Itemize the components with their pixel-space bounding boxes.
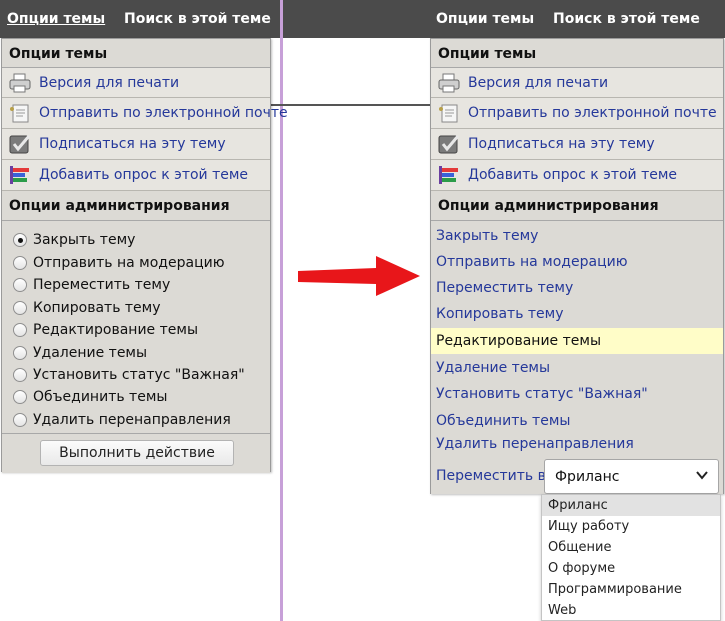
- link-move-thread[interactable]: Переместить тему: [436, 275, 723, 301]
- radio-button[interactable]: [13, 390, 27, 404]
- radio-label: Закрыть тему: [33, 232, 136, 248]
- radio-edit-thread[interactable]: Редактирование темы: [13, 322, 198, 338]
- send-email-label: Отправить по электронной почте: [39, 105, 288, 121]
- radio-label: Копировать тему: [33, 300, 161, 316]
- email-icon: [10, 104, 29, 123]
- right-options-menu: Опции темы Версия для печати Отправить п…: [430, 38, 724, 494]
- nav-search-thread-left[interactable]: Поиск в этой теме: [124, 11, 271, 27]
- move-to-dropdown-list: Фриланс Ищу работу Общение О форуме Прог…: [541, 494, 721, 621]
- right-add-poll[interactable]: Добавить опрос к этой теме: [431, 160, 723, 191]
- radio-button[interactable]: [13, 346, 27, 360]
- page-divider-line: [280, 0, 283, 621]
- radio-label: Редактирование темы: [33, 322, 199, 338]
- right-admin-actions: Закрыть тему Отправить на модерацию Пере…: [431, 221, 723, 494]
- radio-button[interactable]: [13, 368, 27, 382]
- background-rule: [270, 104, 432, 106]
- link-send-to-moderation[interactable]: Отправить на модерацию: [436, 249, 723, 275]
- right-print-version[interactable]: Версия для печати: [431, 68, 723, 98]
- left-admin-actions: Закрыть тему Отправить на модерацию Пере…: [2, 221, 270, 473]
- radio-send-to-moderation[interactable]: Отправить на модерацию: [13, 255, 224, 271]
- link-copy-thread[interactable]: Копировать тему: [436, 301, 723, 327]
- radio-button[interactable]: [13, 278, 27, 292]
- link-close-thread[interactable]: Закрыть тему: [436, 223, 723, 249]
- radio-button[interactable]: [13, 413, 27, 427]
- printer-icon: [9, 73, 31, 92]
- dropdown-option[interactable]: Web: [542, 600, 720, 620]
- left-menu-header: Опции темы: [2, 39, 270, 68]
- radio-copy-thread[interactable]: Копировать тему: [13, 300, 161, 316]
- subscribe-icon: [438, 135, 460, 154]
- radio-label: Удаление темы: [33, 345, 148, 361]
- add-poll-label: Добавить опрос к этой теме: [39, 167, 249, 183]
- radio-button[interactable]: [13, 301, 27, 315]
- send-email-label: Отправить по электронной почте: [468, 105, 717, 121]
- radio-remove-redirects[interactable]: Удалить перенаправления: [13, 412, 231, 428]
- left-subscribe-thread[interactable]: Подписаться на эту тему: [2, 129, 270, 160]
- radio-merge-threads[interactable]: Объединить темы: [13, 389, 167, 405]
- radio-label: Отправить на модерацию: [33, 255, 225, 271]
- add-poll-label: Добавить опрос к этой теме: [468, 167, 678, 183]
- left-admin-header: Опции администрирования: [2, 191, 270, 221]
- email-icon: [439, 104, 458, 123]
- perform-action-button[interactable]: Выполнить действие: [40, 440, 234, 466]
- radio-label: Удалить перенаправления: [33, 412, 231, 428]
- subscribe-icon: [9, 135, 31, 154]
- left-add-poll[interactable]: Добавить опрос к этой теме: [2, 160, 270, 191]
- radio-move-thread[interactable]: Переместить тему: [13, 277, 170, 293]
- link-delete-thread[interactable]: Удаление темы: [436, 355, 723, 381]
- right-send-email[interactable]: Отправить по электронной почте: [431, 98, 723, 129]
- link-remove-redirects[interactable]: Удалить перенаправления: [436, 431, 723, 457]
- radio-close-thread[interactable]: Закрыть тему: [13, 232, 135, 248]
- move-to-label: Переместить в: [436, 468, 546, 484]
- right-subscribe-thread[interactable]: Подписаться на эту тему: [431, 129, 723, 160]
- radio-set-important[interactable]: Установить статус "Важная": [13, 367, 245, 383]
- subscribe-thread-label: Подписаться на эту тему: [39, 136, 226, 152]
- move-to-selected-value: Фриланс: [555, 468, 620, 485]
- print-version-label: Версия для печати: [39, 74, 180, 91]
- radio-button[interactable]: [13, 233, 27, 247]
- poll-icon: [10, 166, 29, 184]
- move-to-select[interactable]: Фриланс: [544, 459, 719, 494]
- link-set-important[interactable]: Установить статус "Важная": [436, 381, 723, 407]
- printer-icon: [438, 73, 460, 92]
- nav-thread-options-left[interactable]: Опции темы: [7, 11, 105, 27]
- radio-label: Установить статус "Важная": [33, 367, 245, 383]
- dropdown-option[interactable]: О форуме: [542, 558, 720, 579]
- subscribe-thread-label: Подписаться на эту тему: [468, 136, 655, 152]
- dropdown-option[interactable]: Ищу работу: [542, 516, 720, 537]
- left-options-menu: Опции темы Версия для печати Отправить п…: [1, 38, 288, 473]
- radio-label: Объединить темы: [33, 389, 168, 405]
- chevron-down-icon: [696, 471, 708, 480]
- nav-search-thread-right[interactable]: Поиск в этой теме: [553, 11, 700, 27]
- dropdown-option[interactable]: Программирование: [542, 579, 720, 600]
- left-print-version[interactable]: Версия для печати: [2, 68, 270, 98]
- nav-thread-options-right[interactable]: Опции темы: [436, 11, 534, 27]
- left-send-email[interactable]: Отправить по электронной почте: [2, 98, 288, 129]
- right-menu-header: Опции темы: [431, 39, 723, 68]
- radio-label: Переместить тему: [33, 277, 171, 293]
- red-arrow-icon: [298, 256, 420, 296]
- dropdown-option[interactable]: Фриланс: [542, 495, 720, 516]
- radio-button[interactable]: [13, 323, 27, 337]
- right-admin-header: Опции администрирования: [431, 191, 723, 221]
- divider: [2, 433, 270, 434]
- print-version-label: Версия для печати: [468, 74, 609, 91]
- link-edit-thread[interactable]: Редактирование темы: [431, 328, 723, 354]
- poll-icon: [439, 166, 458, 184]
- radio-delete-thread[interactable]: Удаление темы: [13, 345, 147, 361]
- top-nav-bar: Опции темы Поиск в этой теме Опции темы …: [0, 0, 725, 38]
- dropdown-option[interactable]: Общение: [542, 537, 720, 558]
- radio-button[interactable]: [13, 256, 27, 270]
